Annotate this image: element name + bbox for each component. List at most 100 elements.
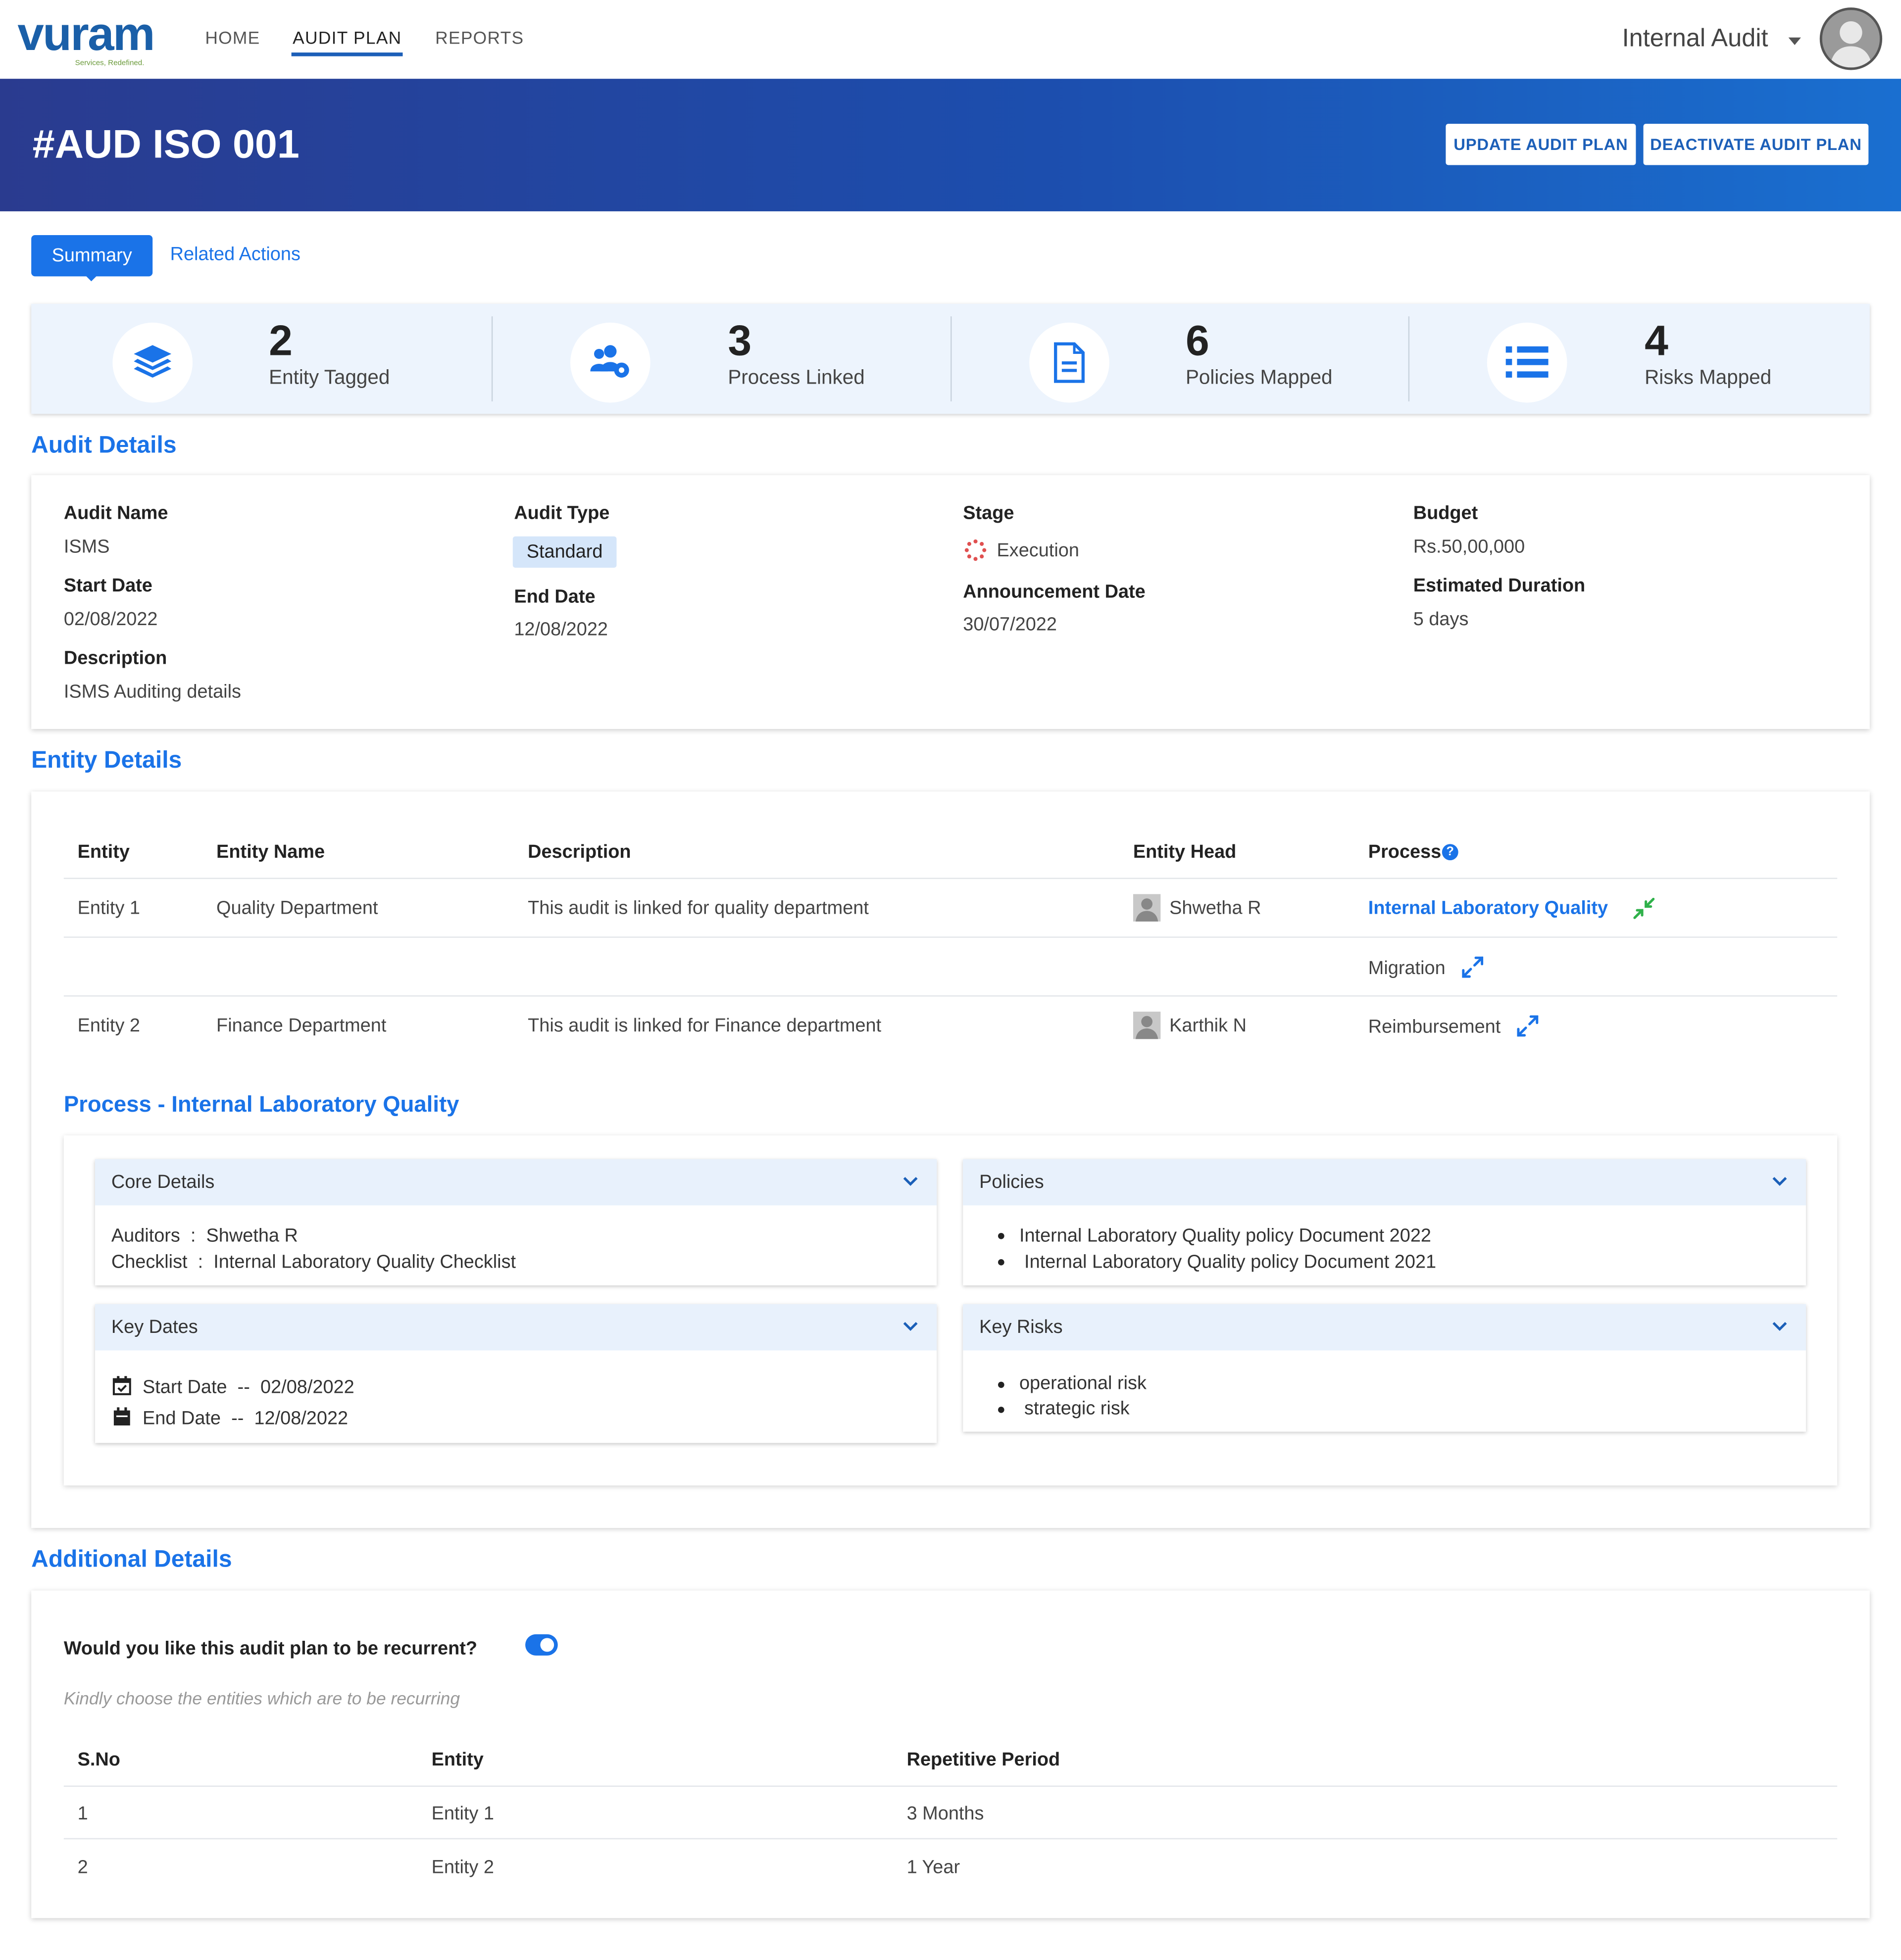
entity-tagged-count: 2	[269, 317, 293, 365]
key-start-date-row: Start Date -- 02/08/2022	[143, 1376, 354, 1398]
table-divider	[63, 1785, 1838, 1787]
expand-icon[interactable]	[1517, 1015, 1539, 1037]
entity-tagged-label: Entity Tagged	[269, 367, 390, 389]
help-icon[interactable]: ?	[1442, 844, 1458, 861]
key-start-date-label: Start Date	[143, 1376, 227, 1398]
start-date-value: 02/08/2022	[63, 609, 158, 631]
table-cell-entity-name: Quality Department	[216, 897, 378, 919]
table-cell-description: This audit is linked for quality departm…	[528, 897, 869, 919]
description-value: ISMS Auditing details	[63, 681, 241, 703]
policies-mapped-count: 6	[1185, 317, 1209, 365]
update-audit-plan-button[interactable]: UPDATE AUDIT PLAN	[1446, 124, 1636, 165]
layers-icon	[112, 322, 193, 403]
page-title: #AUD ISO 001	[32, 121, 300, 167]
chevron-down-icon[interactable]	[901, 1318, 919, 1335]
process-linked-label: Process Linked	[728, 367, 865, 389]
document-icon	[1029, 322, 1109, 403]
process-link-internal-laboratory-quality[interactable]: Internal Laboratory Quality	[1368, 898, 1608, 919]
nav-active-indicator	[291, 52, 403, 56]
estimated-duration-value: 5 days	[1413, 609, 1469, 631]
chevron-down-icon[interactable]	[1771, 1173, 1788, 1190]
process-title: Process - Internal Laboratory Quality	[63, 1091, 459, 1117]
policies-title: Policies	[979, 1172, 1044, 1193]
key-dates-header[interactable]: Key Dates	[95, 1304, 937, 1351]
nav-home[interactable]: HOME	[205, 28, 260, 48]
nav-audit-plan[interactable]: AUDIT PLAN	[293, 28, 401, 48]
page-header-banner: #AUD ISO 001 UPDATE AUDIT PLAN DEACTIVAT…	[0, 79, 1901, 211]
key-risks-header[interactable]: Key Risks	[963, 1304, 1806, 1351]
tab-related-actions[interactable]: Related Actions	[170, 244, 300, 265]
audit-name-label: Audit Name	[63, 502, 168, 524]
chevron-down-icon[interactable]	[901, 1173, 919, 1190]
risks-mapped-count: 4	[1645, 317, 1668, 365]
description-label: Description	[63, 647, 167, 669]
process-linked-count: 3	[728, 317, 752, 365]
core-details-title: Core Details	[111, 1172, 215, 1193]
key-risks-panel: Key Risks operational risk strategic ris…	[963, 1304, 1806, 1432]
tab-summary[interactable]: Summary	[31, 235, 153, 277]
chevron-down-icon[interactable]	[1771, 1318, 1788, 1335]
estimated-duration-label: Estimated Duration	[1413, 575, 1586, 597]
key-risks-title: Key Risks	[979, 1317, 1063, 1338]
core-details-header[interactable]: Core Details	[95, 1159, 937, 1206]
table-cell-entity: Entity 2	[431, 1857, 494, 1878]
vuram-logo[interactable]: vuram Services, Redefined.	[17, 10, 155, 67]
policy-item: Internal Laboratory Quality policy Docum…	[1019, 1225, 1432, 1247]
nav-reports[interactable]: REPORTS	[435, 28, 524, 48]
table-cell-description: This audit is linked for Finance departm…	[528, 1015, 882, 1037]
table-divider	[63, 878, 1838, 880]
bullet	[998, 1232, 1004, 1239]
col-entity: Entity	[77, 841, 130, 863]
col-entity-head: Entity Head	[1133, 841, 1237, 863]
key-start-date-value: 02/08/2022	[260, 1376, 354, 1398]
announcement-date-value: 30/07/2022	[963, 614, 1057, 636]
col-entity: Entity	[431, 1749, 484, 1771]
table-divider	[63, 995, 1838, 997]
table-cell-entity-head: Shwetha R	[1169, 897, 1261, 919]
calendar-icon	[113, 1407, 130, 1426]
calendar-check-icon	[112, 1376, 131, 1395]
date-separator: --	[231, 1408, 244, 1429]
policies-mapped-label: Policies Mapped	[1185, 367, 1333, 389]
user-avatar[interactable]	[1819, 7, 1883, 70]
auditors-value: Shwetha R	[206, 1225, 298, 1247]
logo-text: vuram	[17, 8, 155, 61]
checklist-label: Checklist	[111, 1251, 188, 1273]
deactivate-audit-plan-button[interactable]: DEACTIVATE AUDIT PLAN	[1643, 124, 1869, 165]
policies-header[interactable]: Policies	[963, 1159, 1806, 1206]
logo-tagline: Services, Redefined.	[75, 60, 145, 68]
process-link-reimbursement[interactable]: Reimbursement	[1368, 1017, 1501, 1038]
stat-divider	[491, 316, 493, 401]
end-date-value: 12/08/2022	[514, 619, 608, 640]
budget-label: Budget	[1413, 502, 1478, 524]
date-separator: --	[237, 1376, 250, 1398]
process-link-migration[interactable]: Migration	[1368, 958, 1446, 979]
expand-icon[interactable]	[1462, 956, 1484, 978]
chevron-down-icon[interactable]	[1788, 37, 1801, 45]
policies-panel: Policies Internal Laboratory Quality pol…	[963, 1159, 1806, 1286]
risk-item: strategic risk	[1024, 1398, 1130, 1420]
auditors-row: Auditors : Shwetha R	[111, 1225, 298, 1247]
col-entity-name: Entity Name	[216, 841, 325, 863]
key-end-date-value: 12/08/2022	[254, 1408, 349, 1429]
table-cell-sno: 2	[77, 1857, 88, 1878]
table-cell-entity: Entity 1	[431, 1803, 494, 1824]
list-icon	[1487, 322, 1567, 403]
key-dates-title: Key Dates	[111, 1317, 198, 1338]
stage-label: Stage	[963, 502, 1014, 524]
role-dropdown[interactable]: Internal Audit	[1622, 25, 1768, 54]
bullet	[998, 1381, 1004, 1388]
collapse-icon[interactable]	[1633, 897, 1655, 919]
table-cell-entity: Entity 2	[77, 1015, 141, 1037]
risk-item: operational risk	[1019, 1372, 1147, 1394]
table-divider	[63, 1838, 1838, 1840]
tab-pointer	[85, 275, 98, 282]
risks-mapped-label: Risks Mapped	[1645, 367, 1772, 389]
recurrent-question: Would you like this audit plan to be rec…	[63, 1638, 478, 1660]
recurrent-toggle[interactable]	[525, 1634, 558, 1656]
stat-divider	[1408, 316, 1410, 401]
audit-type-badge: Standard	[512, 536, 617, 568]
key-end-date-label: End Date	[143, 1408, 221, 1429]
table-cell-entity: Entity 1	[77, 897, 141, 919]
col-process: Process	[1368, 841, 1442, 863]
